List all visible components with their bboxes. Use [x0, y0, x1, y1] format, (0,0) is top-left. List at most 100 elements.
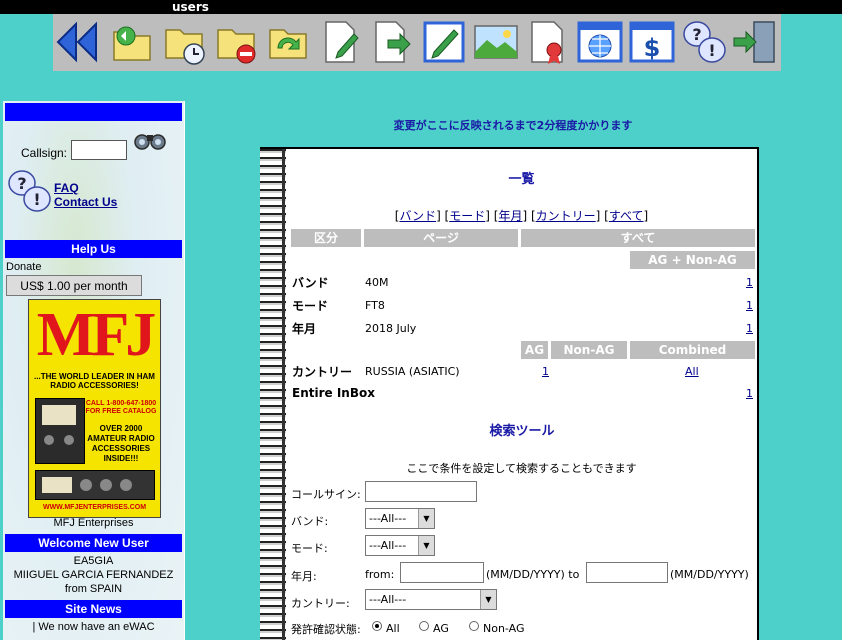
svg-text:!: !: [33, 190, 40, 209]
mfj-url: WWW.MFJENTERPRISES.COM: [42, 504, 147, 511]
search-date-format: (MM/DD/YYYY): [670, 568, 749, 581]
qsl-ag-radio[interactable]: [419, 621, 429, 631]
filter-band-link[interactable]: バンド: [399, 209, 436, 223]
filter-mode-link[interactable]: モード: [449, 209, 485, 223]
exit-door-icon[interactable]: [731, 17, 781, 67]
search-tools-title: 検索ツール: [489, 424, 555, 439]
search-country-value: ---All---: [369, 593, 407, 606]
left-sidebar: Callsign: ?! FAQ Contact Us Help Us Dona…: [3, 101, 185, 640]
notebook-panel: 一覧 [バンド] [モード] [年月] [カントリー] [すべて] 区分 ページ…: [260, 147, 759, 640]
row-month-value: 2018 July: [365, 322, 417, 335]
search-date-label: 年月:: [291, 570, 317, 583]
search-description: ここで条件を設定して検索することもできます: [406, 462, 637, 475]
search-callsign-input[interactable]: [365, 481, 477, 502]
help-question-icon[interactable]: ?!: [679, 17, 729, 67]
row-mode-count-link[interactable]: 1: [746, 299, 753, 312]
header-ag: AG: [521, 341, 548, 359]
search-band-label: バンド:: [291, 515, 329, 528]
filter-all-link[interactable]: すべて: [609, 209, 644, 223]
welcome-heading: Welcome New User: [5, 534, 182, 552]
search-date-from-label: from:: [365, 568, 395, 581]
site-news-text: | We now have an eWAC: [32, 621, 155, 633]
mfj-logo: MFJ: [36, 301, 156, 369]
header-category: 区分: [291, 229, 361, 247]
certificate-icon[interactable]: [523, 17, 573, 67]
qsl-all-radio[interactable]: [372, 621, 382, 631]
callsign-label: Callsign:: [21, 146, 68, 160]
compose-note-icon[interactable]: [419, 17, 469, 67]
summary-title: 一覧: [508, 172, 535, 187]
callsign-input[interactable]: [71, 140, 127, 160]
svg-text:!: !: [708, 41, 715, 60]
row-country-ag-link[interactable]: 1: [542, 365, 549, 378]
search-date-to-input[interactable]: [586, 562, 668, 583]
qsl-nonag-radio[interactable]: [469, 621, 479, 631]
contact-us-link[interactable]: Contact Us: [54, 195, 117, 209]
row-country-label: カントリー: [292, 365, 353, 379]
row-country-combined-link[interactable]: All: [685, 365, 699, 378]
header-ag-nonag: AG + Non-AG: [630, 251, 755, 269]
qsl-nonag-label: Non-AG: [483, 622, 525, 635]
row-band-label: バンド: [292, 276, 329, 290]
ad-caption: MFJ Enterprises: [53, 517, 134, 529]
header-page: ページ: [364, 229, 518, 247]
globe-window-icon[interactable]: [575, 17, 625, 67]
help-icon: ?!: [5, 167, 53, 218]
row-band-count-link[interactable]: 1: [746, 276, 753, 289]
mfj-tuner-icon: [35, 470, 155, 500]
welcome-country: from SPAIN: [64, 583, 123, 595]
row-mode-label: モード: [292, 299, 329, 313]
row-inbox-label: Entire InBox: [292, 386, 375, 400]
folder-delete-icon[interactable]: [211, 17, 261, 67]
welcome-name: MIIGUEL GARCIA FERNANDEZ: [13, 569, 174, 581]
row-inbox-count-link[interactable]: 1: [746, 387, 753, 400]
mfj-advertisement[interactable]: MFJ ...THE WORLD LEADER IN HAM RADIO ACC…: [28, 299, 161, 518]
filter-country-link[interactable]: カントリー: [536, 209, 596, 223]
donate-select[interactable]: US$ 1.00 per month: [6, 275, 142, 296]
filter-links: [バンド] [モード] [年月] [カントリー] [すべて]: [394, 209, 649, 223]
search-country-label: カントリー:: [291, 597, 350, 610]
qsl-ag-label: AG: [433, 622, 449, 635]
search-mode-select[interactable]: ---All--- ▼: [365, 535, 435, 556]
donate-label: Donate: [6, 261, 42, 273]
chevron-down-icon: ▼: [480, 590, 496, 609]
page-heading: users: [172, 0, 209, 14]
toolbar: $ ?!: [53, 14, 781, 71]
search-country-select[interactable]: ---All--- ▼: [365, 589, 497, 610]
folder-refresh-icon[interactable]: [107, 17, 157, 67]
search-mode-value: ---All---: [369, 539, 407, 552]
filter-month-link[interactable]: 年月: [498, 209, 522, 223]
chevron-down-icon: ▼: [418, 536, 434, 555]
svg-text:$: $: [644, 34, 661, 62]
row-band-value: 40M: [365, 276, 389, 289]
dollar-window-icon[interactable]: $: [627, 17, 677, 67]
faq-link[interactable]: FAQ: [54, 181, 79, 195]
header-all: すべて: [521, 229, 755, 247]
row-month-count-link[interactable]: 1: [746, 322, 753, 335]
search-mode-label: モード:: [291, 542, 328, 555]
binoculars-icon[interactable]: [133, 129, 167, 154]
help-us-heading: Help Us: [5, 240, 182, 258]
row-country-value: RUSSIA (ASIATIC): [365, 365, 460, 378]
svg-text:?: ?: [17, 174, 26, 193]
row-mode-value: FT8: [365, 299, 385, 312]
search-band-select[interactable]: ---All--- ▼: [365, 508, 435, 529]
back-arrows-icon[interactable]: [53, 17, 103, 67]
mfj-over-2000: OVER 2000 AMATEUR RADIO ACCESSORIES INSI…: [87, 424, 155, 463]
image-icon[interactable]: [471, 17, 521, 67]
search-qsl-label: 発許確認状態:: [291, 623, 361, 636]
folder-clock-icon[interactable]: [159, 17, 209, 67]
qsl-all-label: All: [386, 622, 400, 635]
spiral-binding: [260, 149, 286, 640]
header-nonag: Non-AG: [551, 341, 627, 359]
update-notice: 変更がここに反映されるまで2分程度かかります: [393, 119, 633, 132]
top-bar: users: [0, 0, 842, 14]
export-document-icon[interactable]: [367, 17, 417, 67]
search-date-from-input[interactable]: [400, 562, 484, 583]
edit-document-icon[interactable]: [315, 17, 365, 67]
mfj-phone: CALL 1-800-647-1800 FOR FREE CATALOG: [85, 400, 157, 415]
search-date-format-to: (MM/DD/YYYY) to: [486, 568, 580, 581]
site-news-heading: Site News: [5, 600, 182, 618]
search-callsign-label: コールサイン:: [291, 488, 361, 501]
folder-sync-icon[interactable]: [263, 17, 313, 67]
